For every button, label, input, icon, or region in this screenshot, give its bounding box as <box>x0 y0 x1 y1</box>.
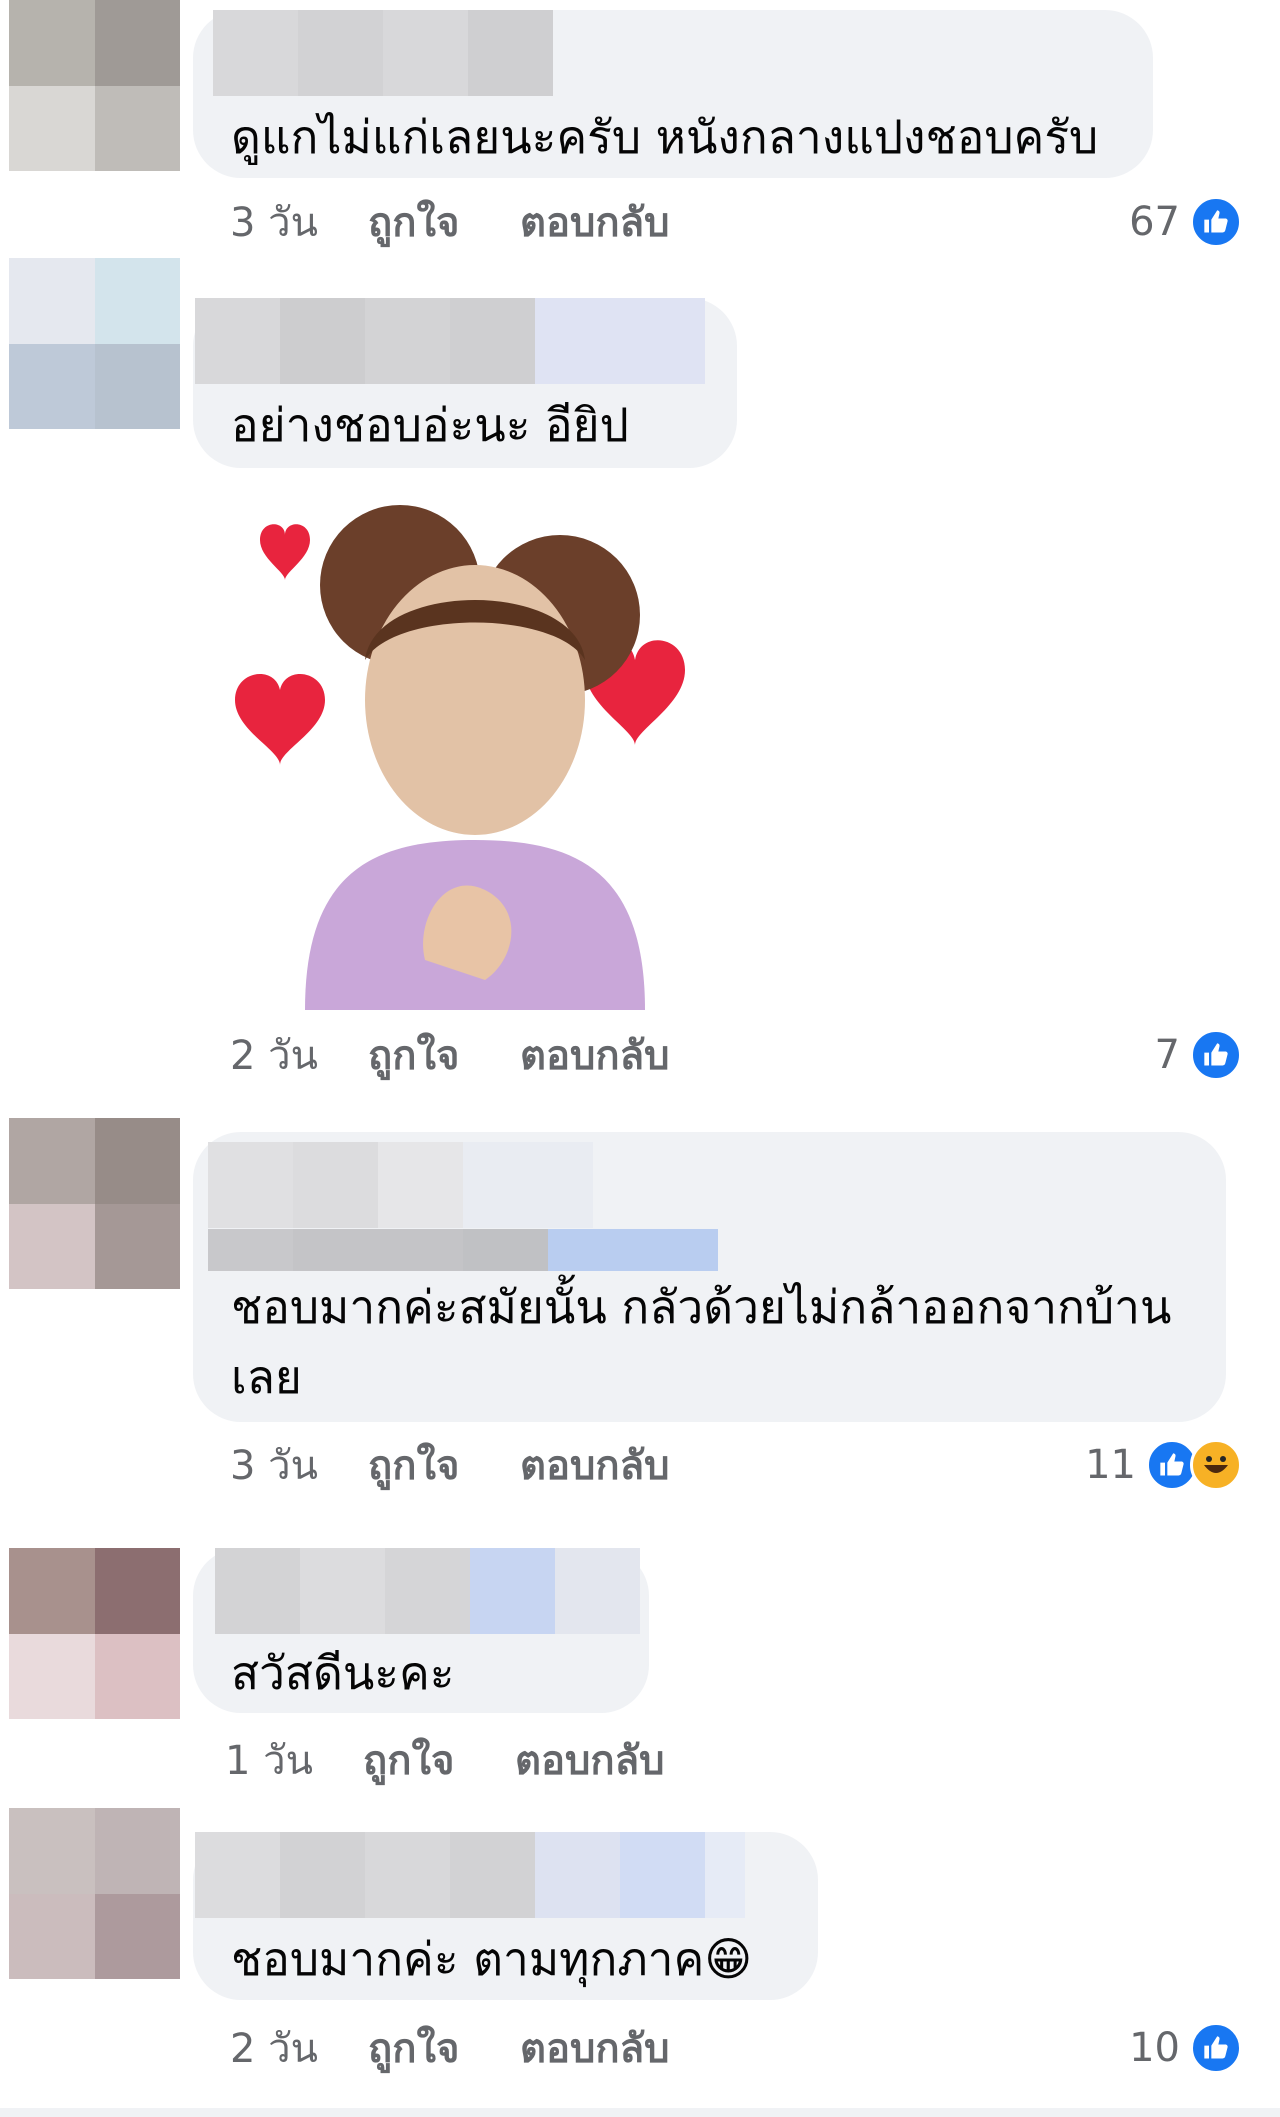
author-name[interactable] <box>215 1548 640 1634</box>
avatar[interactable] <box>9 0 180 171</box>
like-link[interactable]: ถูกใจ <box>363 1728 515 1792</box>
author-name[interactable] <box>208 1142 593 1228</box>
reaction-count: 10 <box>1129 2025 1180 2071</box>
timestamp[interactable]: 2 วัน <box>230 1023 368 1087</box>
bottom-divider <box>0 2108 1280 2117</box>
reply-link[interactable]: ตอบกลับ <box>515 1728 665 1792</box>
like-icon <box>1190 2022 1242 2074</box>
reply-link[interactable]: ตอบกลับ <box>520 2016 670 2080</box>
like-link[interactable]: ถูกใจ <box>368 1433 520 1497</box>
reaction-summary[interactable]: 7 <box>1155 1025 1242 1085</box>
avatar[interactable] <box>9 1808 180 1979</box>
heart-icon <box>235 673 325 765</box>
reaction-count: 7 <box>1154 1032 1180 1078</box>
comment-actions: 2 วัน ถูกใจ ตอบกลับ <box>230 1025 670 1085</box>
reaction-summary[interactable]: 11 <box>1085 1435 1242 1495</box>
heart-icon <box>260 524 310 580</box>
avatar[interactable] <box>9 1118 180 1289</box>
avatar[interactable] <box>9 258 180 429</box>
comment-text: ดูแกไม่แก่เลยนะครับ หนังกลางแปงชอบครับ <box>231 110 1099 164</box>
grin-emoji-icon: 😁 <box>704 1932 753 1986</box>
timestamp[interactable]: 3 วัน <box>230 190 368 254</box>
comment-bubble: ดูแกไม่แก่เลยนะครับ หนังกลางแปงชอบครับ <box>193 10 1153 178</box>
reaction-count: 67 <box>1129 199 1180 245</box>
reply-link[interactable]: ตอบกลับ <box>520 1023 670 1087</box>
timestamp[interactable]: 2 วัน <box>230 2016 368 2080</box>
like-icon <box>1190 1029 1242 1081</box>
like-icon <box>1190 196 1242 248</box>
comment-bubble: อย่างชอบอ่ะนะ อียิป <box>193 298 737 468</box>
reaction-summary[interactable]: 10 <box>1129 2018 1242 2078</box>
author-name[interactable] <box>213 10 553 96</box>
haha-icon <box>1190 1439 1242 1491</box>
reaction-summary[interactable]: 67 <box>1129 192 1242 252</box>
comment-text: ชอบมากค่ะสมัยนั้น กลัวด้วยไม่กล้าออกจากบ… <box>231 1280 1172 1404</box>
reply-link[interactable]: ตอบกลับ <box>520 1433 670 1497</box>
comment-actions: 1 วัน ถูกใจ ตอบกลับ <box>225 1730 665 1790</box>
comment-bubble: ชอบมากค่ะ ตามทุกภาค😁 <box>193 1832 818 2000</box>
comment-bubble: ชอบมากค่ะสมัยนั้น กลัวด้วยไม่กล้าออกจากบ… <box>193 1132 1226 1422</box>
comment-text: ชอบมากค่ะ ตามทุกภาค😁 <box>231 1924 752 1994</box>
comment-text-content: ชอบมากค่ะ ตามทุกภาค <box>231 1932 705 1986</box>
timestamp[interactable]: 1 วัน <box>225 1728 363 1792</box>
like-link[interactable]: ถูกใจ <box>368 190 520 254</box>
author-name-line <box>208 1229 718 1271</box>
comment-actions: 2 วัน ถูกใจ ตอบกลับ <box>230 2018 670 2078</box>
reaction-count: 11 <box>1085 1442 1136 1488</box>
heart-sticker[interactable] <box>225 490 715 1010</box>
comment-bubble: สวัสดีนะคะ <box>193 1548 649 1713</box>
avatar[interactable] <box>9 1548 180 1719</box>
comment-actions: 3 วัน ถูกใจ ตอบกลับ <box>230 1435 670 1495</box>
comment-actions: 3 วัน ถูกใจ ตอบกลับ <box>230 192 670 252</box>
comment-text: อย่างชอบอ่ะนะ อียิป <box>231 398 629 452</box>
like-link[interactable]: ถูกใจ <box>368 2016 520 2080</box>
comment-text: สวัสดีนะคะ <box>231 1646 455 1700</box>
timestamp[interactable]: 3 วัน <box>230 1433 368 1497</box>
author-name[interactable] <box>195 298 705 384</box>
like-link[interactable]: ถูกใจ <box>368 1023 520 1087</box>
author-name[interactable] <box>195 1832 745 1918</box>
reply-link[interactable]: ตอบกลับ <box>520 190 670 254</box>
